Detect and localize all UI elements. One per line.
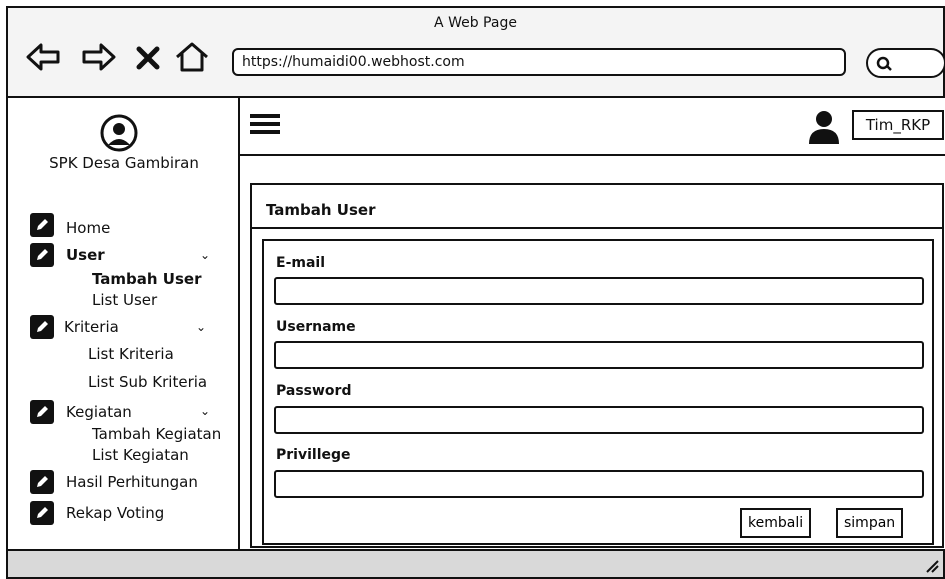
- sidebar-subitem-tambah-user[interactable]: Tambah User: [92, 270, 202, 288]
- address-bar[interactable]: https://humaidi00.webhost.com: [232, 48, 846, 76]
- hamburger-menu-icon[interactable]: [250, 114, 280, 140]
- chevron-down-icon[interactable]: ⌄: [196, 320, 206, 334]
- pencil-icon: [30, 315, 54, 339]
- sidebar-subitem-list-kriteria[interactable]: List Kriteria: [88, 345, 174, 363]
- pencil-icon: [30, 243, 54, 267]
- username-label: Username: [276, 319, 356, 335]
- sidebar-subitem-tambah-kegiatan[interactable]: Tambah Kegiatan: [92, 425, 221, 443]
- resize-grip-icon[interactable]: [923, 557, 939, 573]
- password-field[interactable]: [274, 406, 924, 434]
- sidebar: SPK Desa Gambiran Home User ⌄ Tambah Use…: [8, 98, 240, 549]
- username-field[interactable]: [274, 341, 924, 369]
- add-user-form: E-mail Username Password Privillege kemb…: [262, 239, 934, 545]
- chevron-down-icon[interactable]: ⌄: [200, 248, 210, 262]
- app-area: SPK Desa Gambiran Home User ⌄ Tambah Use…: [6, 96, 945, 549]
- search-icon: [876, 56, 892, 71]
- sidebar-item-kegiatan[interactable]: Kegiatan: [30, 400, 132, 424]
- pencil-icon: [30, 400, 54, 424]
- pencil-icon: [30, 470, 54, 494]
- sidebar-item-home[interactable]: Home: [30, 213, 110, 237]
- sidebar-item-label: Home: [66, 219, 111, 237]
- privilege-field[interactable]: [274, 470, 924, 498]
- back-arrow-icon[interactable]: [26, 42, 60, 72]
- sidebar-item-kriteria[interactable]: Kriteria: [30, 315, 119, 339]
- user-circle-icon: [100, 114, 138, 152]
- email-label: E-mail: [276, 255, 326, 271]
- sidebar-subitem-list-sub-kriteria[interactable]: List Sub Kriteria: [88, 373, 207, 391]
- email-field[interactable]: [274, 277, 924, 305]
- sidebar-item-rekap-voting[interactable]: Rekap Voting: [30, 501, 164, 525]
- brand-name: SPK Desa Gambiran: [49, 154, 199, 172]
- sidebar-subitem-list-kegiatan[interactable]: List Kegiatan: [92, 446, 189, 464]
- add-user-card: Tambah User E-mail Username Password Pri…: [250, 183, 944, 548]
- password-label: Password: [276, 383, 352, 399]
- user-icon[interactable]: [808, 110, 840, 144]
- sidebar-item-label: Hasil Perhitungan: [66, 473, 198, 491]
- avatar: [100, 114, 138, 152]
- pencil-icon: [30, 213, 54, 237]
- sidebar-item-label: Kriteria: [64, 318, 119, 336]
- forward-arrow-icon[interactable]: [82, 42, 116, 72]
- pencil-icon: [30, 501, 54, 525]
- privilege-label: Privillege: [276, 447, 351, 463]
- status-bar: [6, 549, 945, 579]
- sidebar-item-label: Kegiatan: [66, 403, 132, 421]
- top-bar: Tim_RKP: [240, 98, 945, 156]
- save-button[interactable]: simpan: [836, 508, 904, 538]
- sidebar-item-label: User: [66, 246, 105, 264]
- sidebar-item-label: Rekap Voting: [66, 504, 165, 522]
- browser-chrome: A Web Page https://humaidi00.webhost.com: [6, 6, 945, 96]
- chevron-down-icon[interactable]: ⌄: [200, 404, 210, 418]
- back-button[interactable]: kembali: [740, 508, 812, 538]
- close-icon[interactable]: [134, 42, 162, 72]
- browser-window: A Web Page https://humaidi00.webhost.com: [0, 0, 945, 579]
- sidebar-item-user[interactable]: User: [30, 243, 105, 267]
- card-header: Tambah User: [252, 185, 942, 229]
- url-text: https://humaidi00.webhost.com: [242, 54, 465, 70]
- window-title: A Web Page: [434, 15, 517, 31]
- sidebar-item-hasil-perhitungan[interactable]: Hasil Perhitungan: [30, 470, 198, 494]
- sidebar-subitem-list-user[interactable]: List User: [92, 291, 157, 309]
- user-name-button[interactable]: Tim_RKP: [852, 110, 944, 140]
- card-title: Tambah User: [266, 201, 376, 219]
- browser-search-button[interactable]: [866, 48, 945, 78]
- home-icon[interactable]: [174, 42, 210, 72]
